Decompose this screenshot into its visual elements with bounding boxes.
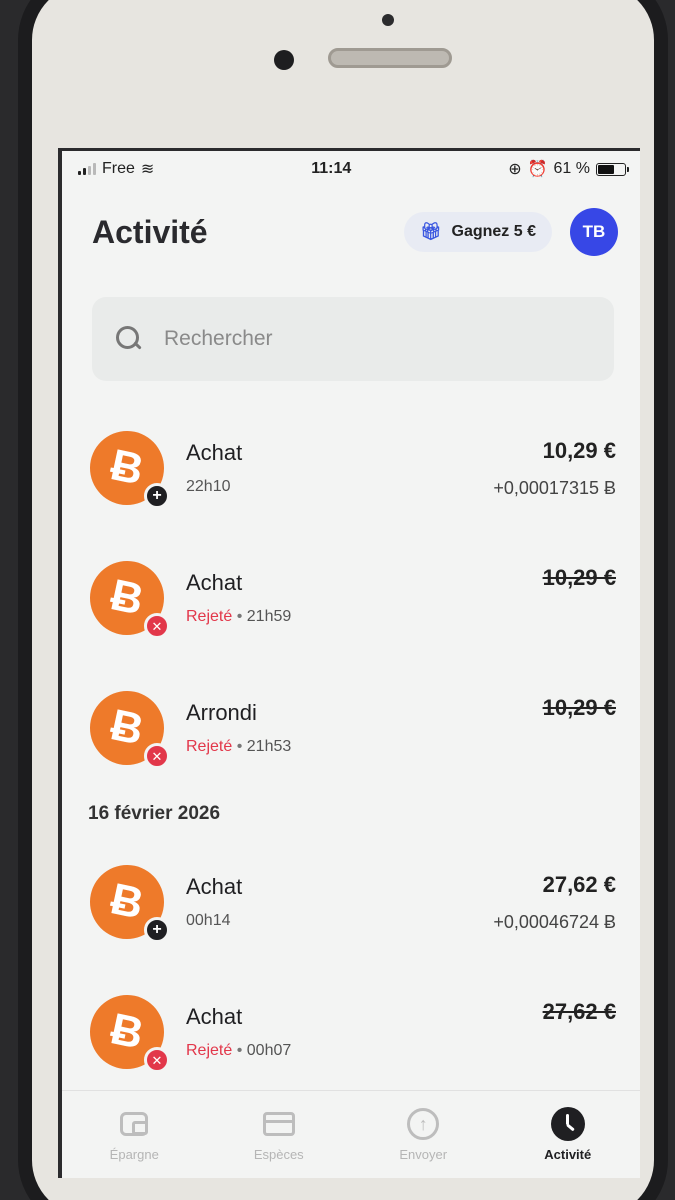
transaction-time: 21h53 [246, 738, 292, 755]
transaction-subtitle: Rejeté • 21h53 [186, 738, 543, 756]
tab-label: Envoyer [399, 1147, 448, 1162]
carrier-name: Free [102, 160, 135, 177]
transaction-title: Achat [186, 1004, 243, 1029]
referral-button[interactable]: 🎁︎ Gagnez 5 € [403, 212, 552, 252]
page-title: Activité [92, 213, 208, 250]
wallet-icon [120, 1112, 149, 1136]
page-header: Activité 🎁︎ Gagnez 5 € TB [62, 187, 640, 277]
status-rejected: Rejeté [186, 738, 233, 755]
date-section-header: 16 février 2026 [88, 803, 221, 824]
orientation-lock-icon: ⊕ [508, 161, 522, 178]
transaction-title: Achat [186, 570, 243, 595]
search-bar[interactable] [92, 297, 614, 381]
transaction-amounts: 27,62 € [543, 999, 616, 1065]
rejected-badge-icon: ✕ [144, 743, 170, 769]
send-icon: ↑ [407, 1108, 440, 1140]
status-rejected: Rejeté [186, 608, 233, 625]
bitcoin-icon-wrap: Ƀ ✕ [83, 988, 171, 1076]
transaction-amounts: 10,29 € [543, 695, 616, 761]
btc-amount: +0,00017315 Ƀ [493, 477, 616, 498]
transaction-time: 00h14 [186, 912, 231, 929]
alarm-icon: ⏰ [527, 161, 548, 178]
signal-icon [78, 163, 96, 175]
rejected-badge-icon: ✕ [144, 1047, 170, 1073]
status-bar: Free ≋ 11:14 ⊕ ⏰ 61 % [62, 151, 640, 187]
transaction-amounts: 27,62 € +0,00046724 Ƀ [493, 872, 616, 933]
status-rejected: Rejeté [186, 1042, 233, 1059]
transaction-row[interactable]: Ƀ + Achat 22h10 10,29 € +0,00017315 Ƀ [62, 403, 640, 533]
separator: • [236, 1042, 243, 1059]
tab-especes[interactable]: Espèces [219, 1107, 339, 1162]
plus-badge-icon: + [144, 917, 170, 943]
transaction-subtitle: 22h10 [186, 478, 493, 496]
referral-label: Gagnez 5 € [451, 223, 536, 240]
separator: • [236, 738, 243, 755]
clock-icon [550, 1107, 585, 1141]
transaction-time: 22h10 [186, 478, 231, 495]
tab-label: Épargne [109, 1147, 159, 1162]
earpiece-speaker [328, 48, 452, 68]
card-icon [262, 1112, 295, 1136]
battery-icon [596, 162, 629, 176]
transaction-row[interactable]: Ƀ ✕ Arrondi Rejeté • 21h53 10,29 € [62, 663, 640, 793]
transaction-amounts: 10,29 € [543, 565, 616, 631]
transaction-amount: 10,29 € [542, 437, 616, 463]
transaction-amount: 27,62 € [542, 871, 616, 897]
transaction-subtitle: Rejeté • 21h59 [186, 608, 543, 626]
transaction-info: Achat 00h14 [186, 874, 493, 930]
tab-bar: Épargne Espèces ↑ Envoyer Activité [62, 1090, 640, 1178]
transaction-group-feb16: Ƀ + Achat 00h14 27,62 € +0,00046724 Ƀ Ƀ ✕ Achat R… [62, 837, 640, 1097]
tab-label: Espèces [253, 1147, 304, 1162]
gift-icon: 🎁︎ [419, 222, 442, 241]
transaction-list: Ƀ + Achat 22h10 10,29 € +0,00017315 Ƀ Ƀ ✕ Achat R… [62, 403, 640, 1097]
tab-epargne[interactable]: Épargne [74, 1107, 194, 1162]
search-input[interactable] [164, 327, 544, 351]
transaction-amount: 27,62 € [542, 999, 616, 1024]
bitcoin-icon-wrap: Ƀ ✕ [83, 684, 171, 772]
transaction-subtitle: Rejeté • 00h07 [186, 1042, 543, 1060]
header-actions: 🎁︎ Gagnez 5 € TB [403, 208, 618, 256]
front-camera [274, 50, 294, 70]
tab-activite[interactable]: Activité [508, 1107, 628, 1162]
battery-percent: 61 % [553, 160, 590, 177]
search-icon [116, 326, 142, 352]
transaction-info: Arrondi Rejeté • 21h53 [186, 700, 543, 756]
rejected-badge-icon: ✕ [144, 613, 170, 639]
transaction-info: Achat 22h10 [186, 440, 493, 496]
separator: • [236, 608, 243, 625]
transaction-amount: 10,29 € [542, 565, 616, 590]
status-right: ⊕ ⏰ 61 % [508, 159, 629, 179]
plus-badge-icon: + [144, 483, 170, 509]
transaction-time: 21h59 [246, 608, 292, 625]
transaction-info: Achat Rejeté • 00h07 [186, 1004, 543, 1060]
transaction-info: Achat Rejeté • 21h59 [186, 570, 543, 626]
transaction-title: Achat [186, 874, 243, 899]
proximity-sensor [382, 14, 394, 26]
transaction-title: Achat [186, 440, 243, 465]
transaction-row[interactable]: Ƀ + Achat 00h14 27,62 € +0,00046724 Ƀ [62, 837, 640, 967]
transaction-group-recent: Ƀ + Achat 22h10 10,29 € +0,00017315 Ƀ Ƀ ✕ Achat R… [62, 403, 640, 793]
bitcoin-icon-wrap: Ƀ ✕ [83, 554, 171, 642]
app-screen: Free ≋ 11:14 ⊕ ⏰ 61 % Activité 🎁︎ Gagnez… [58, 148, 640, 1178]
transaction-row[interactable]: Ƀ ✕ Achat Rejeté • 00h07 27,62 € [62, 967, 640, 1097]
transaction-title: Arrondi [186, 700, 257, 725]
status-time: 11:14 [311, 160, 352, 177]
bitcoin-icon-wrap: Ƀ + [83, 858, 171, 946]
tab-label: Activité [544, 1147, 592, 1162]
btc-amount: +0,00046724 Ƀ [493, 911, 616, 932]
transaction-amounts: 10,29 € +0,00017315 Ƀ [493, 438, 616, 499]
wifi-icon: ≋ [140, 161, 155, 178]
transaction-time: 00h07 [246, 1042, 292, 1059]
avatar[interactable]: TB [570, 208, 618, 256]
status-left: Free ≋ [78, 159, 154, 179]
bitcoin-icon-wrap: Ƀ + [83, 424, 171, 512]
transaction-amount: 10,29 € [542, 695, 616, 720]
transaction-subtitle: 00h14 [186, 912, 493, 930]
tab-envoyer[interactable]: ↑ Envoyer [363, 1107, 483, 1162]
transaction-row[interactable]: Ƀ ✕ Achat Rejeté • 21h59 10,29 € [62, 533, 640, 663]
